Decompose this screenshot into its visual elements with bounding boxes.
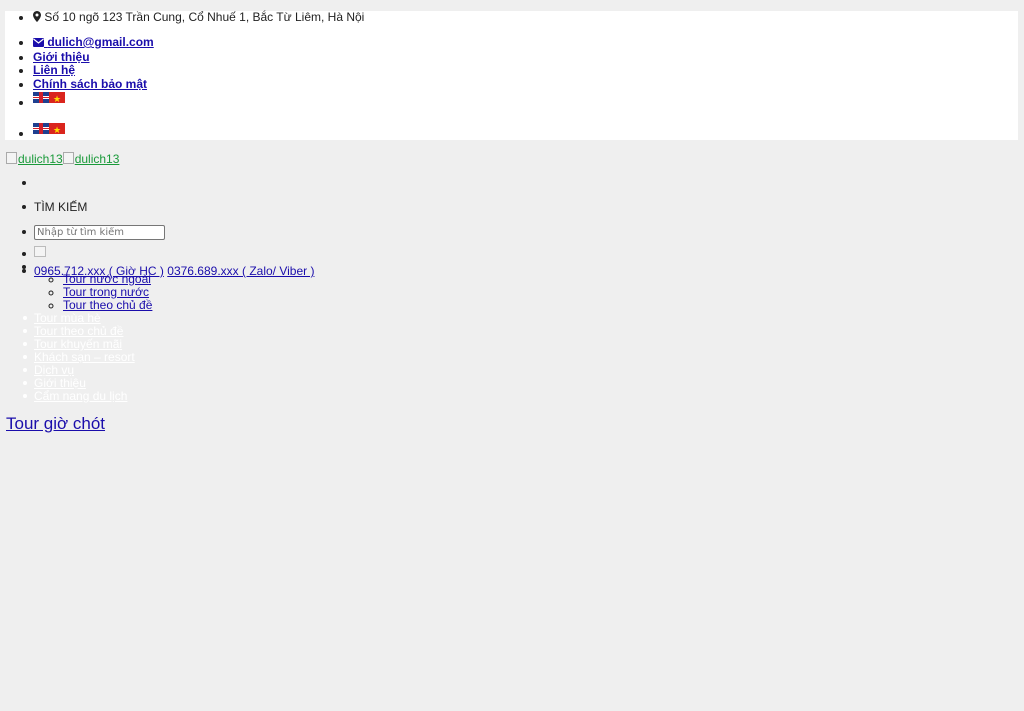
privacy-link[interactable]: Chính sách bảo mật: [33, 77, 147, 91]
list-bullet: [22, 181, 26, 185]
list-bullet: [23, 355, 27, 359]
list-bullet: [22, 230, 26, 234]
address-item: Số 10 ngõ 123 Trần Cung, Cổ Nhuế 1, Bắc …: [33, 11, 364, 24]
menu-theme-tour[interactable]: Tour theo chủ đề: [34, 324, 123, 338]
vn-flag-icon: [49, 92, 65, 103]
envelope-icon: [33, 37, 44, 51]
email-text: dulich@gmail.com: [47, 35, 154, 49]
menu-travel-guide[interactable]: Cẩm nang du lịch: [34, 389, 127, 403]
last-minute-tour-link[interactable]: Tour giờ chót: [6, 414, 105, 433]
submenu-international-tour[interactable]: Tour nước ngoài: [63, 272, 151, 286]
section-title: Tour giờ chót: [6, 414, 105, 434]
menu-summer-tour[interactable]: Tour mùa hè: [34, 311, 101, 325]
menu-promo-tour[interactable]: Tour khuyến mãi: [34, 337, 122, 351]
menu-about[interactable]: Giới thiệu: [34, 376, 86, 390]
email-item: dulich@gmail.com: [33, 35, 154, 51]
top-bar: Số 10 ngõ 123 Trần Cung, Cổ Nhuế 1, Bắc …: [5, 11, 1018, 140]
lang-vi-flag[interactable]: [49, 123, 65, 140]
submenu-domestic-tour[interactable]: Tour trong nước: [63, 285, 149, 299]
logo-link-secondary[interactable]: dulich13: [62, 152, 120, 166]
uk-flag-icon: [33, 123, 49, 134]
broken-image-icon: [34, 246, 46, 257]
list-bullet: [23, 342, 27, 346]
hotline-zalo-link[interactable]: 0376.689.xxx ( Zalo/ Viber ): [167, 264, 314, 278]
list-bullet: [23, 316, 27, 320]
broken-image-icon: [62, 152, 74, 164]
search-label: TÌM KIẾM: [34, 200, 88, 214]
list-bullet: [23, 381, 27, 385]
menu-hotel-resort[interactable]: Khách sạn – resort: [34, 350, 135, 364]
broken-image-icon: [6, 152, 17, 164]
list-bullet: [23, 394, 27, 398]
list-bullet: [22, 252, 26, 256]
vn-flag-icon: [49, 123, 65, 134]
lang-vi-flag[interactable]: [49, 92, 65, 109]
address-text: Số 10 ngõ 123 Trần Cung, Cổ Nhuế 1, Bắc …: [44, 10, 365, 24]
lang-en-flag[interactable]: [33, 92, 49, 109]
list-bullet: [22, 269, 26, 273]
language-list-mobile: [5, 123, 65, 143]
list-bullet: [23, 368, 27, 372]
email-link[interactable]: dulich@gmail.com: [33, 35, 154, 49]
search-input[interactable]: [34, 225, 165, 240]
list-bullet: [22, 205, 26, 209]
about-link[interactable]: Giới thiệu: [33, 50, 90, 64]
main-menu: Tour mùa hè Tour theo chủ đề Tour khuyến…: [34, 312, 135, 403]
submenu-theme-tour[interactable]: Tour theo chủ đề: [63, 298, 152, 312]
logo: dulich13 dulich13: [6, 152, 119, 166]
nav-item-about: Giới thiệu: [33, 50, 154, 65]
menu-services[interactable]: Dịch vụ: [34, 363, 74, 377]
logo-link[interactable]: dulich13: [6, 152, 63, 166]
logo-alt: dulich13: [18, 152, 63, 166]
menu-item: Cẩm nang du lịch: [34, 390, 135, 403]
lang-en-flag[interactable]: [33, 123, 49, 140]
language-item: [33, 123, 65, 143]
contact-list: dulich@gmail.com Giới thiệu Liên hệ Chín…: [5, 35, 154, 92]
logo-alt-secondary: dulich13: [74, 152, 120, 166]
language-item: [33, 92, 65, 112]
list-bullet: [23, 329, 27, 333]
tour-submenu: Tour nước ngoài Tour trong nước Tour the…: [63, 273, 152, 312]
uk-flag-icon: [33, 92, 49, 103]
nav-item-privacy: Chính sách bảo mật: [33, 77, 154, 92]
address-list: Số 10 ngõ 123 Trần Cung, Cổ Nhuế 1, Bắc …: [5, 11, 364, 24]
contact-link[interactable]: Liên hệ: [33, 63, 75, 77]
language-list: [5, 92, 65, 112]
nav-item-contact: Liên hệ: [33, 63, 154, 78]
map-marker-icon: [33, 11, 41, 22]
